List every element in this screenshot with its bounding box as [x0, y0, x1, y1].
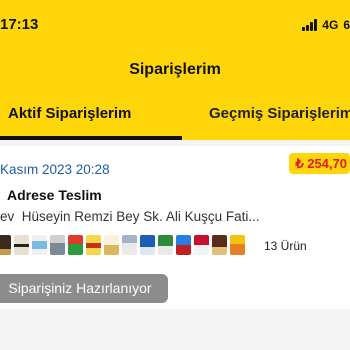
active-tab-indicator	[0, 136, 182, 140]
item-count: 13 Ürün	[264, 239, 307, 253]
page-title: Siparişlerim	[129, 61, 221, 78]
header-bar: 17:13 4G 6 Siparişlerim Aktif Siparişler…	[0, 0, 350, 140]
status-indicators: 4G 6	[302, 18, 350, 32]
product-thumbnail	[194, 235, 209, 255]
order-price-badge: ₺ 254,70	[289, 153, 350, 174]
product-thumbnail	[140, 235, 155, 255]
product-thumbnail	[122, 235, 137, 255]
product-thumbnail	[50, 235, 65, 255]
address-row: ev Hüseyin Remzi Bey Sk. Ali Kuşçu Fati.…	[0, 209, 260, 224]
product-thumbnail	[86, 235, 101, 255]
product-thumbnail	[158, 235, 173, 255]
screen: 17:13 4G 6 Siparişlerim Aktif Siparişler…	[0, 0, 350, 350]
product-thumbnail	[32, 235, 47, 255]
product-thumbnail	[230, 235, 245, 255]
order-card[interactable]: Kasım 2023 20:28 ₺ 254,70 Adrese Teslim …	[0, 146, 350, 309]
signal-icon	[302, 19, 318, 31]
tab-past-orders[interactable]: Geçmiş Siparişlerim	[209, 105, 350, 122]
address-label: ev	[0, 209, 15, 224]
tab-active-orders[interactable]: Aktif Siparişlerim	[8, 105, 131, 122]
status-time: 17:13	[0, 16, 39, 33]
product-thumbnail	[14, 235, 29, 255]
product-thumbnail	[0, 235, 11, 255]
product-thumbnails	[0, 235, 266, 259]
product-thumbnail	[104, 235, 119, 255]
network-type: 4G	[322, 18, 339, 32]
product-thumbnail	[176, 235, 191, 255]
product-thumbnail	[212, 235, 227, 255]
battery-level: 6	[343, 18, 350, 32]
delivery-type: Adrese Teslim	[7, 187, 102, 203]
order-date: Kasım 2023 20:28	[0, 162, 110, 177]
order-status-button[interactable]: Siparişiniz Hazırlanıyor	[0, 274, 168, 303]
product-thumbnail	[68, 235, 83, 255]
address-text: Hüseyin Remzi Bey Sk. Ali Kuşçu Fati...	[21, 209, 260, 224]
